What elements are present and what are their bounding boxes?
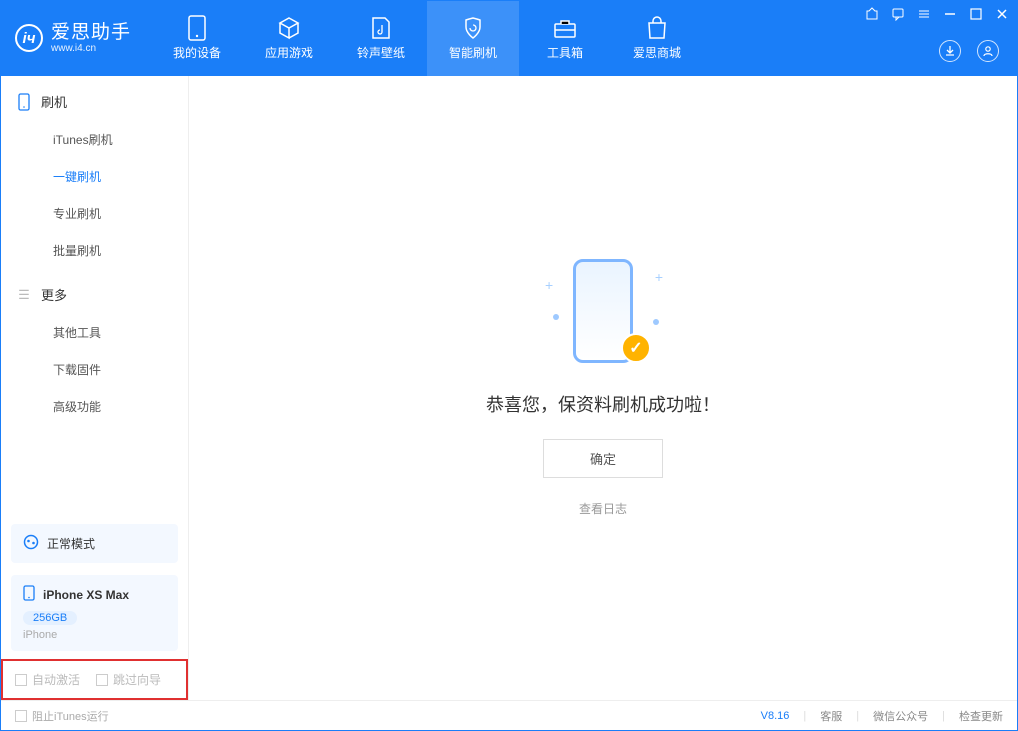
sidebar-group-more: ☰ 更多 — [1, 269, 188, 314]
toolbox-icon — [553, 16, 577, 40]
sidebar-item-download-firmware[interactable]: 下载固件 — [1, 351, 188, 388]
nav-smart-flash[interactable]: 智能刷机 — [427, 1, 519, 76]
device-capacity: 256GB — [23, 611, 77, 625]
nav-label: 智能刷机 — [449, 44, 497, 61]
theme-icon[interactable] — [865, 7, 879, 21]
version-label: V8.16 — [761, 710, 790, 722]
header: iч 爱思助手 www.i4.cn 我的设备 应用游戏 铃声壁纸 智能刷机 — [1, 1, 1017, 76]
group-title: 更多 — [41, 285, 67, 304]
device-icon — [185, 16, 209, 40]
sidebar-item-pro-flash[interactable]: 专业刷机 — [1, 195, 188, 232]
main-content: + + ✓ 恭喜您，保资料刷机成功啦！ 确定 查看日志 — [189, 76, 1017, 700]
sparkle-icon — [653, 319, 659, 325]
nav-ringtones-wallpapers[interactable]: 铃声壁纸 — [335, 1, 427, 76]
mode-label: 正常模式 — [47, 535, 95, 552]
app-title: 爱思助手 — [51, 23, 131, 44]
window-controls — [865, 7, 1009, 21]
nav-label: 铃声壁纸 — [357, 44, 405, 61]
checkbox-icon — [15, 674, 27, 686]
wechat-link[interactable]: 微信公众号 — [873, 708, 928, 724]
sparkle-icon: + — [545, 277, 553, 293]
nav-apps-games[interactable]: 应用游戏 — [243, 1, 335, 76]
menu-icon[interactable] — [917, 7, 931, 21]
sidebar-item-other-tools[interactable]: 其他工具 — [1, 314, 188, 351]
customer-service-link[interactable]: 客服 — [820, 708, 842, 724]
app-window: iч 爱思助手 www.i4.cn 我的设备 应用游戏 铃声壁纸 智能刷机 — [0, 0, 1018, 731]
sidebar-content: 刷机 iTunes刷机 一键刷机 专业刷机 批量刷机 ☰ 更多 其他工具 下载固… — [1, 76, 188, 518]
device-panel[interactable]: iPhone XS Max 256GB iPhone — [11, 575, 178, 651]
sidebar: 刷机 iTunes刷机 一键刷机 专业刷机 批量刷机 ☰ 更多 其他工具 下载固… — [1, 76, 189, 700]
sidebar-item-oneclick-flash[interactable]: 一键刷机 — [1, 158, 188, 195]
music-file-icon — [369, 16, 393, 40]
sidebar-group-flash: 刷机 — [1, 76, 188, 121]
checkbox-icon — [15, 710, 27, 722]
checkbox-icon — [96, 674, 108, 686]
skip-guide-checkbox[interactable]: 跳过向导 — [96, 671, 161, 688]
header-actions — [939, 40, 999, 62]
ok-button[interactable]: 确定 — [543, 439, 663, 478]
nav-toolbox[interactable]: 工具箱 — [519, 1, 611, 76]
device-type: iPhone — [23, 629, 166, 641]
check-update-link[interactable]: 检查更新 — [959, 708, 1003, 724]
success-message: 恭喜您，保资料刷机成功啦！ — [486, 391, 720, 417]
success-illustration: + + ✓ — [543, 259, 663, 369]
device-name: iPhone XS Max — [43, 588, 129, 602]
view-log-link[interactable]: 查看日志 — [579, 500, 627, 517]
body: 刷机 iTunes刷机 一键刷机 专业刷机 批量刷机 ☰ 更多 其他工具 下载固… — [1, 76, 1017, 700]
sidebar-item-itunes-flash[interactable]: iTunes刷机 — [1, 121, 188, 158]
shield-refresh-icon — [461, 16, 485, 40]
sparkle-icon — [553, 314, 559, 320]
cube-icon — [277, 16, 301, 40]
highlighted-options: 自动激活 跳过向导 — [1, 659, 188, 700]
device-phone-icon — [23, 585, 35, 604]
app-subtitle: www.i4.cn — [51, 43, 131, 54]
shopping-bag-icon — [645, 16, 669, 40]
top-nav: 我的设备 应用游戏 铃声壁纸 智能刷机 工具箱 爱思商城 — [151, 1, 703, 76]
sidebar-item-advanced[interactable]: 高级功能 — [1, 388, 188, 425]
user-button[interactable] — [977, 40, 999, 62]
nav-label: 我的设备 — [173, 44, 221, 61]
block-itunes-checkbox[interactable]: 阻止iTunes运行 — [15, 708, 109, 724]
nav-label: 工具箱 — [547, 44, 583, 61]
nav-store[interactable]: 爱思商城 — [611, 1, 703, 76]
nav-label: 爱思商城 — [633, 44, 681, 61]
nav-my-device[interactable]: 我的设备 — [151, 1, 243, 76]
sidebar-item-batch-flash[interactable]: 批量刷机 — [1, 232, 188, 269]
logo-icon: iч — [15, 24, 43, 52]
logo[interactable]: iч 爱思助手 www.i4.cn — [1, 23, 151, 55]
feedback-icon[interactable] — [891, 7, 905, 21]
maximize-button[interactable] — [969, 7, 983, 21]
auto-activate-checkbox[interactable]: 自动激活 — [15, 671, 80, 688]
minimize-button[interactable] — [943, 7, 957, 21]
list-icon: ☰ — [17, 286, 31, 304]
nav-label: 应用游戏 — [265, 44, 313, 61]
phone-icon — [17, 93, 31, 111]
footer: 阻止iTunes运行 V8.16 | 客服 | 微信公众号 | 检查更新 — [1, 700, 1017, 730]
check-badge-icon: ✓ — [621, 333, 651, 363]
sparkle-icon: + — [655, 269, 663, 285]
group-title: 刷机 — [41, 92, 67, 111]
mode-panel[interactable]: 正常模式 — [11, 524, 178, 563]
close-button[interactable] — [995, 7, 1009, 21]
download-button[interactable] — [939, 40, 961, 62]
mode-icon — [23, 534, 39, 553]
